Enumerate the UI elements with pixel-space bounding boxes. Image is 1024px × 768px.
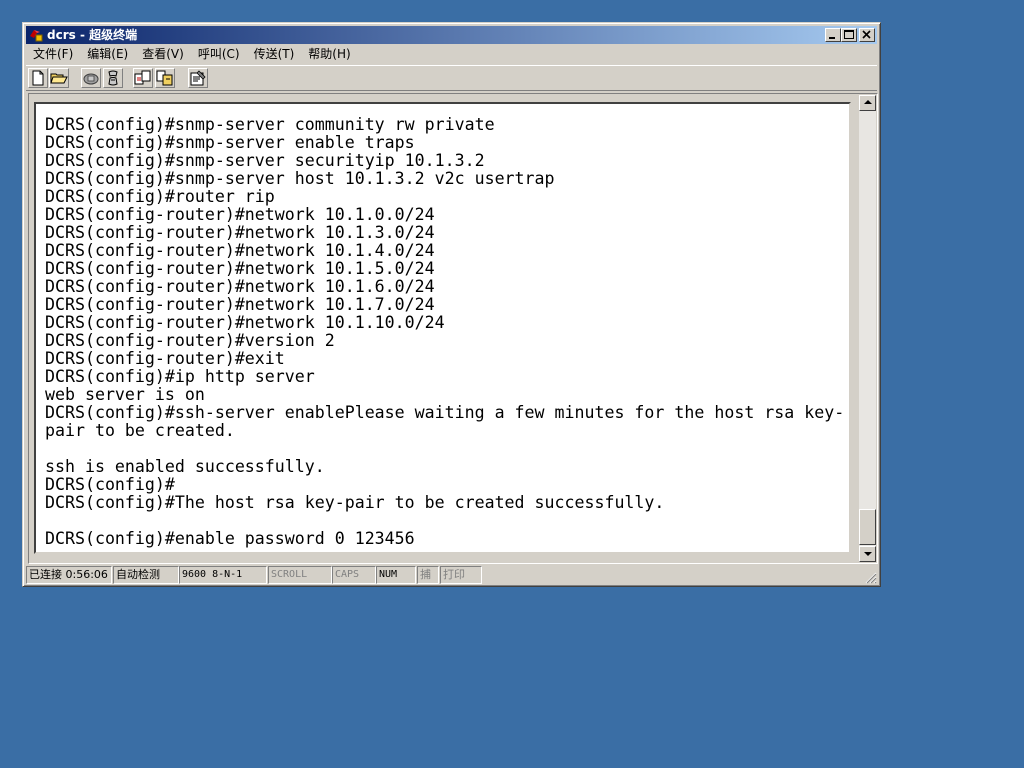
terminal-line: DCRS(config-router)#version 2 bbox=[45, 331, 335, 350]
open-button[interactable] bbox=[49, 68, 69, 88]
terminal-line: pair to be created. bbox=[45, 421, 235, 440]
toolbar bbox=[26, 65, 877, 91]
scroll-down-button[interactable] bbox=[859, 546, 876, 562]
terminal-line: DCRS(config)# bbox=[45, 475, 175, 494]
status-serial: 9600 8-N-1 bbox=[179, 566, 267, 584]
terminal-frame[interactable]: DCRS(config)#snmp-server community rw pr… bbox=[34, 102, 851, 554]
status-scroll: SCROLL bbox=[268, 566, 332, 584]
close-button[interactable] bbox=[859, 28, 875, 42]
terminal-line: DCRS(config)#snmp-server community rw pr… bbox=[45, 116, 495, 134]
scroll-up-button[interactable] bbox=[859, 95, 876, 111]
terminal-line: DCRS(config)#snmp-server securityip 10.1… bbox=[45, 151, 485, 170]
terminal-line: DCRS(config)#ssh-server enablePlease wai… bbox=[45, 403, 845, 422]
resize-grip-icon[interactable] bbox=[863, 570, 877, 584]
menu-view[interactable]: 查看(V) bbox=[135, 45, 191, 64]
status-connected: 已连接 0:56:06 bbox=[26, 566, 112, 584]
hyperterminal-window: dcrs - 超级终端 文件(F) 编辑(E) 查看(V) 呼叫(C) 传送(T… bbox=[22, 22, 881, 587]
terminal-line: DCRS(config)#snmp-server enable traps bbox=[45, 133, 415, 152]
terminal-line: DCRS(config)#The host rsa key-pair to be… bbox=[45, 493, 665, 512]
terminal-line: DCRS(config-router)#exit bbox=[45, 349, 285, 368]
status-detect: 自动检测 bbox=[113, 566, 179, 584]
disconnect-button[interactable] bbox=[103, 68, 123, 88]
new-file-icon bbox=[32, 70, 44, 86]
menu-transfer[interactable]: 传送(T) bbox=[247, 45, 302, 64]
minimize-icon bbox=[829, 37, 835, 39]
hyperterminal-app-icon[interactable] bbox=[28, 27, 44, 43]
terminal-line: DCRS(config)#snmp-server host 10.1.3.2 v… bbox=[45, 169, 555, 188]
terminal-line: DCRS(config-router)#network 10.1.3.0/24 bbox=[45, 223, 435, 242]
window-title: dcrs - 超级终端 bbox=[47, 28, 138, 42]
properties-icon bbox=[190, 70, 206, 86]
close-icon bbox=[862, 30, 871, 39]
status-caps: CAPS bbox=[332, 566, 376, 584]
receive-button[interactable] bbox=[155, 68, 175, 88]
terminal-line: DCRS(config-router)#network 10.1.5.0/24 bbox=[45, 259, 435, 278]
terminal-line: DCRS(config)#enable password 0 123456 bbox=[45, 529, 415, 548]
terminal-line: DCRS(config-router)#network 10.1.6.0/24 bbox=[45, 277, 435, 296]
send-file-icon bbox=[134, 70, 151, 85]
open-folder-icon bbox=[50, 73, 68, 84]
maximize-icon bbox=[844, 30, 854, 39]
terminal-output[interactable]: DCRS(config)#snmp-server community rw pr… bbox=[45, 116, 849, 552]
send-button[interactable] bbox=[133, 68, 153, 88]
properties-button[interactable] bbox=[188, 68, 208, 88]
menu-edit[interactable]: 编辑(E) bbox=[80, 45, 135, 64]
arrow-down-icon bbox=[864, 552, 872, 556]
terminal-line: DCRS(config-router)#network 10.1.0.0/24 bbox=[45, 205, 435, 224]
call-button[interactable] bbox=[81, 68, 101, 88]
terminal-area: DCRS(config)#snmp-server community rw pr… bbox=[28, 93, 878, 564]
phone-icon bbox=[83, 73, 99, 85]
status-capture: 捕 bbox=[417, 566, 439, 584]
disconnect-icon bbox=[108, 70, 118, 86]
menu-help[interactable]: 帮助(H) bbox=[301, 45, 357, 64]
terminal-line: DCRS(config-router)#network 10.1.7.0/24 bbox=[45, 295, 435, 314]
maximize-button[interactable] bbox=[841, 28, 857, 42]
menu-call[interactable]: 呼叫(C) bbox=[191, 45, 247, 64]
menu-bar: 文件(F) 编辑(E) 查看(V) 呼叫(C) 传送(T) 帮助(H) bbox=[26, 45, 877, 64]
status-num: NUM bbox=[376, 566, 416, 584]
title-bar[interactable]: dcrs - 超级终端 bbox=[26, 26, 877, 44]
new-connection-button[interactable] bbox=[28, 68, 48, 88]
terminal-line: ssh is enabled successfully. bbox=[45, 457, 325, 476]
menu-file[interactable]: 文件(F) bbox=[26, 45, 80, 64]
status-bar: 已连接 0:56:06 自动检测 9600 8-N-1 SCROLL CAPS … bbox=[26, 566, 877, 584]
minimize-button[interactable] bbox=[825, 28, 841, 42]
terminal-line: DCRS(config-router)#network 10.1.4.0/24 bbox=[45, 241, 435, 260]
arrow-up-icon bbox=[864, 100, 872, 104]
terminal-line: web server is on bbox=[45, 385, 205, 404]
terminal-line: DCRS(config)#ip http server bbox=[45, 367, 315, 386]
vertical-scrollbar[interactable] bbox=[859, 95, 876, 562]
terminal-line: DCRS(config)#router rip bbox=[45, 187, 275, 206]
status-print: 打印 bbox=[440, 566, 482, 584]
terminal-line: DCRS(config-router)#network 10.1.10.0/24 bbox=[45, 313, 445, 332]
scroll-thumb[interactable] bbox=[859, 509, 876, 545]
receive-file-icon bbox=[156, 70, 173, 86]
